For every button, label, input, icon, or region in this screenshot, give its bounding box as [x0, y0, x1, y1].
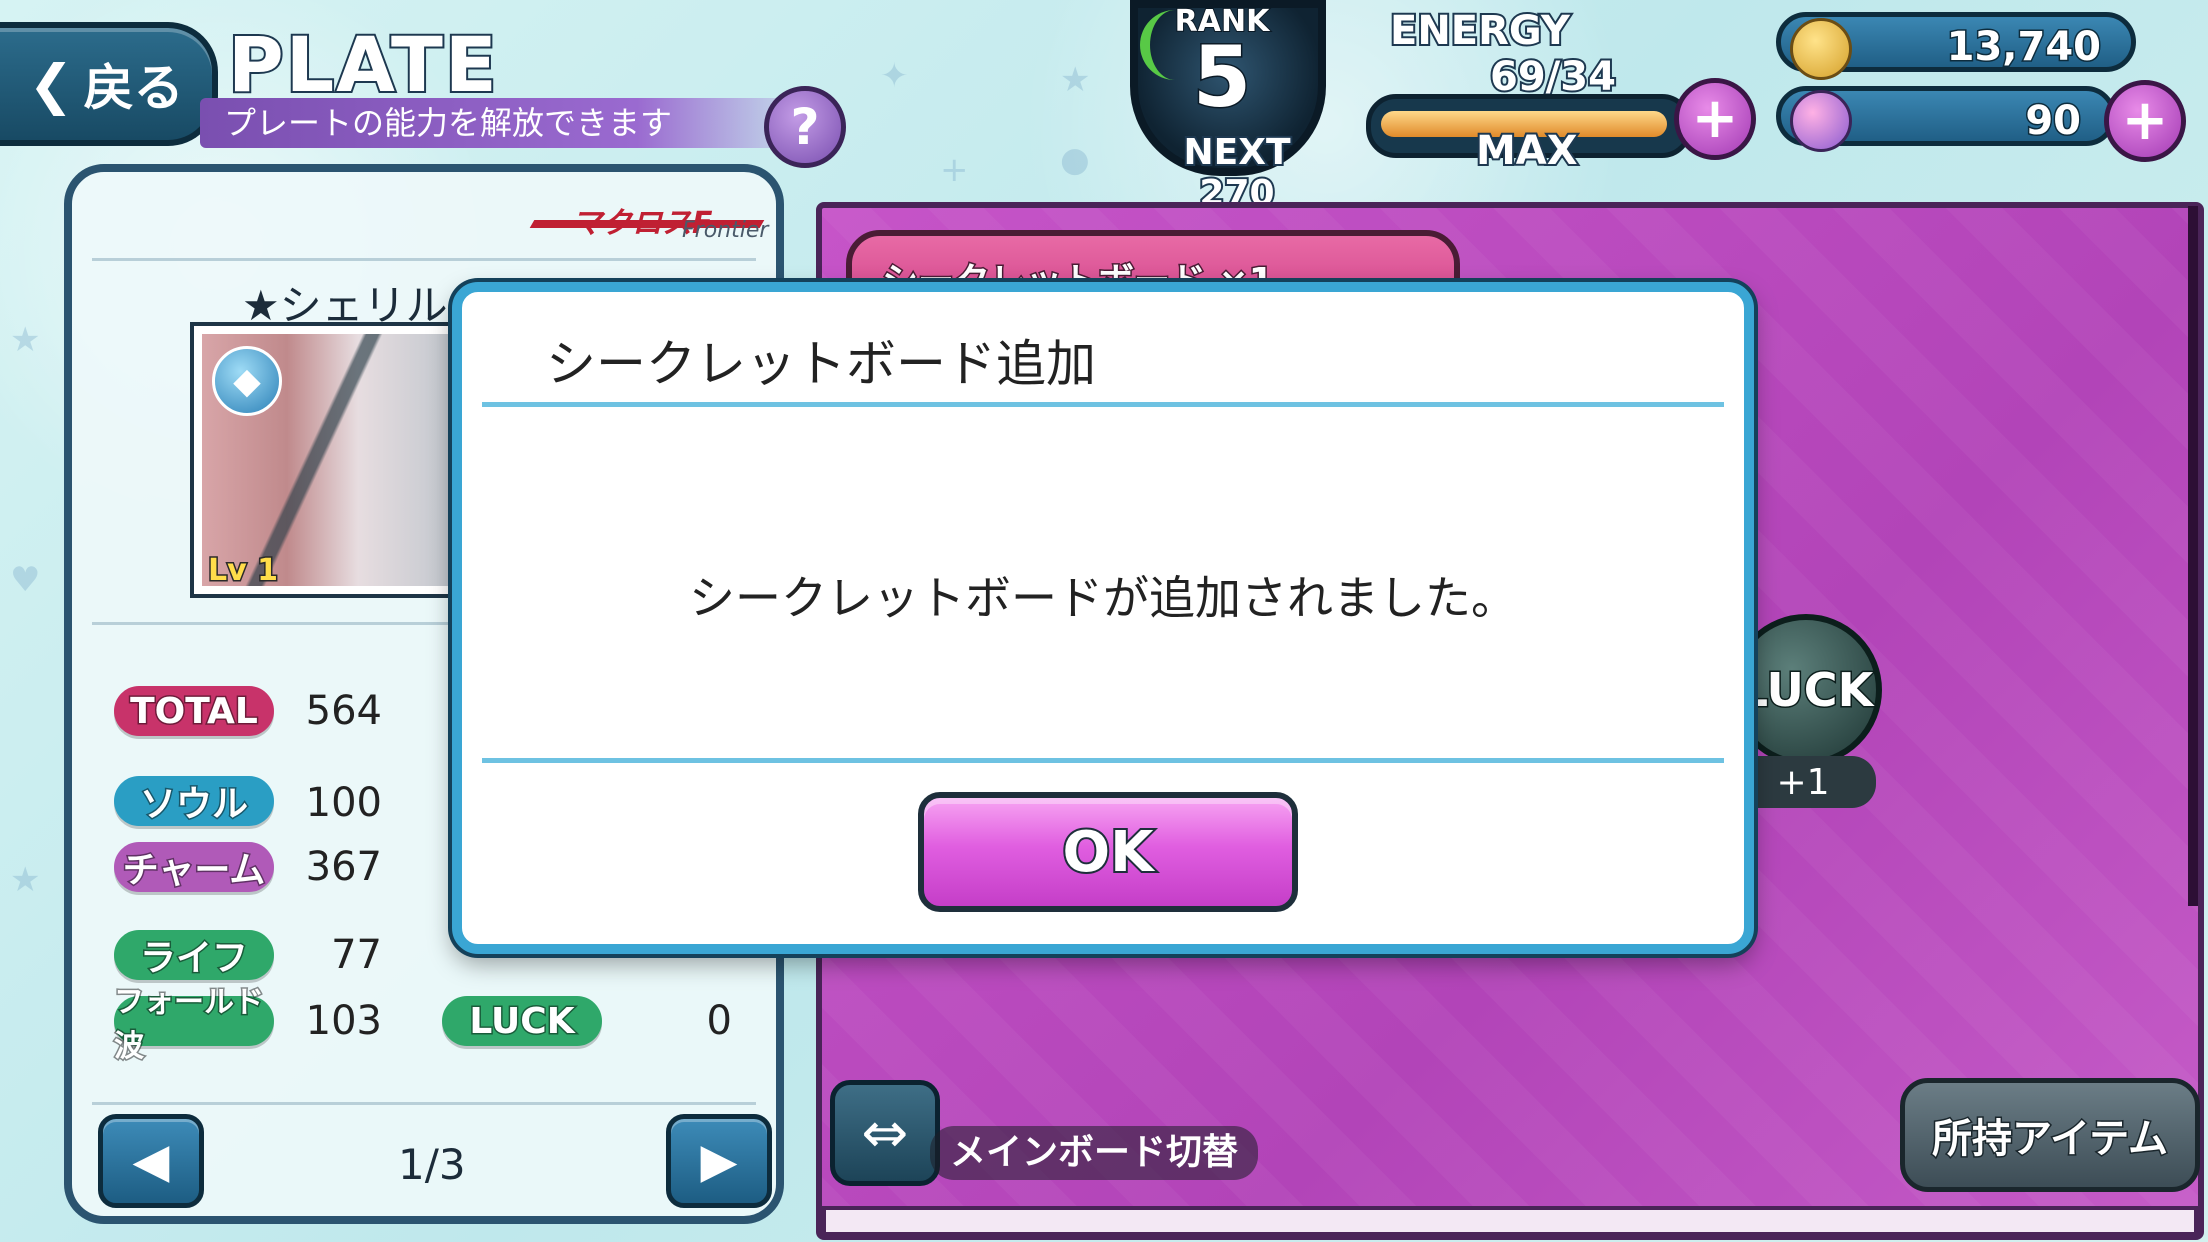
- ok-button[interactable]: OK: [918, 792, 1298, 912]
- dialog-divider: [482, 758, 1724, 763]
- dialog-divider: [482, 402, 1724, 407]
- secret-board-dialog: シークレットボード追加 シークレットボードが追加されました。 OK: [452, 282, 1754, 954]
- dialog-title: シークレットボード追加: [546, 335, 1096, 393]
- dialog-message: シークレットボードが追加されました。: [689, 571, 1517, 625]
